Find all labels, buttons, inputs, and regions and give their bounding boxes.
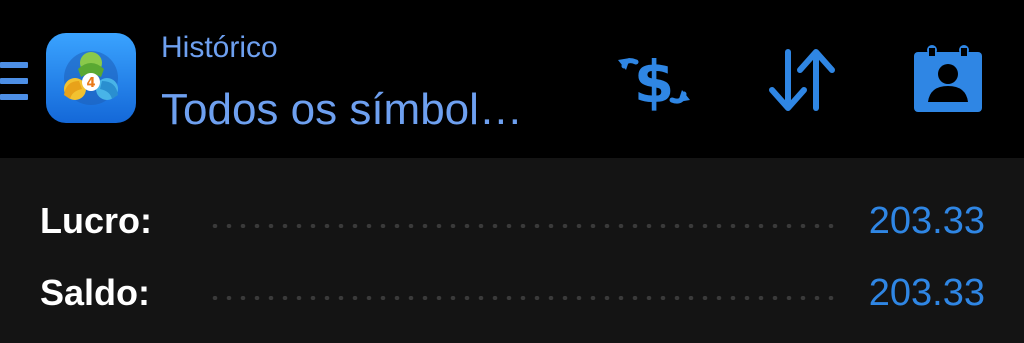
summary-row-balance: Saldo: 203.33	[40, 268, 985, 318]
sort-arrows-icon[interactable]	[768, 46, 836, 114]
currency-exchange-icon[interactable]: $	[614, 42, 694, 118]
dotted-leader	[208, 296, 838, 300]
svg-text:$: $	[634, 48, 674, 116]
history-screen: 4 Histórico Todos os símbol… $ Lucro: 20…	[0, 0, 1024, 343]
top-app-bar: 4 Histórico Todos os símbol… $	[0, 0, 1024, 158]
balance-label: Saldo:	[40, 272, 151, 313]
svg-text:4: 4	[86, 76, 95, 91]
profit-label: Lucro:	[40, 200, 152, 241]
history-summary-panel: Lucro: 203.33 Saldo: 203.33	[0, 158, 1024, 343]
hamburger-menu-icon[interactable]	[0, 58, 30, 104]
dotted-leader	[208, 224, 838, 228]
summary-row-profit: Lucro: 203.33	[40, 196, 985, 246]
balance-value: 203.33	[868, 272, 985, 314]
app-logo-icon[interactable]: 4	[46, 33, 136, 123]
header-subtitle: Histórico	[161, 31, 278, 64]
header-title-block[interactable]: Histórico Todos os símbol…	[161, 28, 591, 140]
contact-card-icon[interactable]	[912, 42, 984, 114]
symbol-filter-title[interactable]: Todos os símbol…	[161, 80, 591, 140]
profit-value: 203.33	[868, 200, 985, 242]
